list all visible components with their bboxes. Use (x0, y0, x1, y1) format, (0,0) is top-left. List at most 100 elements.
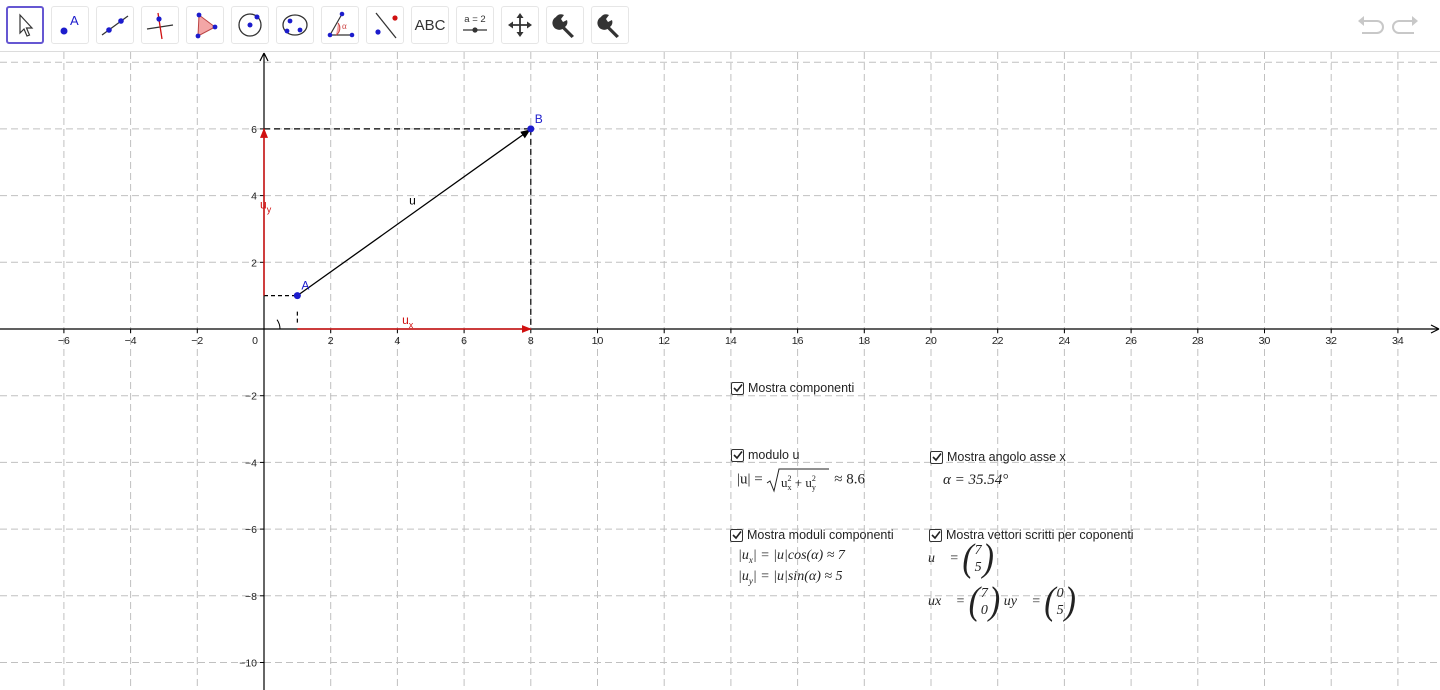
undo-icon (1358, 16, 1384, 34)
x-tick-label: 6 (461, 335, 467, 347)
check-icon[interactable] (731, 381, 744, 395)
vector-u[interactable] (296, 129, 531, 297)
vector-u-column: 75 (975, 542, 982, 576)
svg-text:α: α (342, 21, 347, 31)
wrench-tool-button-2[interactable] (591, 6, 629, 44)
x-tick-label: 4 (394, 335, 400, 347)
checkbox-show-vector-components[interactable]: Mostra vettori scritti per coponenti (929, 528, 1134, 542)
checkbox-show-component-moduli[interactable]: Mostra moduli componenti (730, 528, 894, 542)
vector-ux-matrix-lhs: ux⃗ = (928, 594, 966, 610)
undo-button[interactable] (1354, 12, 1386, 40)
ellipse-icon (282, 14, 308, 36)
checkbox-show-components-label: Mostra componenti (748, 381, 855, 395)
point-b[interactable] (527, 125, 535, 133)
x-tick-label: 8 (528, 335, 534, 347)
y-tick-label: 6 (251, 124, 257, 136)
check-icon[interactable] (930, 450, 943, 464)
x-tick-label: 20 (925, 335, 937, 347)
right-paren: ) (982, 537, 994, 580)
line-tool-button[interactable] (96, 6, 134, 44)
checkbox-show-components[interactable]: Mostra componenti (731, 381, 854, 395)
x-tick-label: 2 (328, 335, 334, 347)
checkbox-show-angle-label: Mostra angolo asse x (947, 450, 1066, 464)
y-tick-label: −10 (239, 658, 257, 670)
x-tick-label: 22 (992, 335, 1004, 347)
check-icon[interactable] (731, 448, 744, 462)
redo-icon (1392, 16, 1418, 34)
modulo-formula-lhs: |u| = (737, 471, 763, 488)
point-a-label: A (301, 279, 309, 293)
right-paren: ) (1064, 580, 1076, 623)
point-a[interactable] (293, 292, 301, 300)
x-tick-label: 18 (858, 335, 870, 347)
check-icon[interactable] (929, 528, 942, 542)
point-tool-button[interactable]: A (51, 6, 89, 44)
x-tick-label: 16 (792, 335, 804, 347)
move-graphics-view-icon (508, 13, 532, 37)
vector-uy-matrix-lhs: uy⃗ = (1003, 594, 1041, 610)
reflect-line-icon (375, 12, 398, 39)
x-tick-label: 10 (592, 335, 604, 347)
svg-text:a = 2: a = 2 (464, 14, 485, 25)
svg-text:u2x + u2y: u2 x + u2 y (781, 474, 816, 492)
perpendicular-line-icon (146, 12, 174, 40)
vector-ux-uy-matrices: ux⃗ = (7 0) uy⃗ = (0 5) (928, 580, 1076, 623)
vector-uy-x: 0 (1056, 586, 1064, 601)
point-icon: A (60, 13, 79, 35)
check-icon[interactable] (730, 528, 743, 542)
vector-u-matrix-lhs: u⃗ = (928, 551, 959, 567)
modulo-formula-rhs: ≈ 8.6 (834, 471, 865, 488)
cursor-arrow-icon (19, 13, 34, 37)
checkbox-modulo-u[interactable]: modulo u (731, 448, 799, 462)
redo-button[interactable] (1390, 12, 1422, 40)
text-icon: ABC (414, 16, 446, 34)
point-b-label: B (535, 112, 543, 126)
checkbox-show-angle[interactable]: Mostra angolo asse x (930, 450, 1066, 464)
y-tick-label: −2 (245, 391, 257, 403)
vector-ux-y: 0 (980, 603, 988, 618)
x-tick-label: 34 (1392, 335, 1404, 347)
x-tick-label: −4 (125, 335, 137, 347)
x-tick-label: 0 (252, 335, 258, 347)
vector-uy-y: 5 (1056, 603, 1064, 618)
vector-uy-column: 05 (1057, 585, 1064, 619)
wrench-icon (597, 14, 619, 39)
y-tick-label: −4 (245, 457, 257, 469)
polygon-tool-button[interactable] (186, 6, 224, 44)
circle-tool-button[interactable] (231, 6, 269, 44)
angle-tool-button[interactable]: α (321, 6, 359, 44)
perpendicular-tool-button[interactable] (141, 6, 179, 44)
square-root-icon: u2 x + u2 y (767, 468, 830, 493)
y-tick-label: −6 (245, 524, 257, 536)
x-tick-label: −2 (191, 335, 203, 347)
checkbox-modulo-u-label: modulo u (748, 448, 800, 462)
construction: u ux uy A B (260, 112, 543, 333)
graphics-view[interactable]: −6 −4 −2 0 2 4 6 8 10 12 14 16 18 20 22 24 26 28 30 32 34642… (0, 52, 1440, 690)
y-tick-label: −8 (245, 591, 257, 603)
modulus-ux-rhs: | = |u|cos(α) ≈ 7 (752, 548, 845, 563)
checkbox-show-vector-components-label: Mostra vettori scritti per coponenti (946, 528, 1134, 542)
right-paren: ) (988, 580, 1001, 623)
component-uy-label: uy (260, 197, 272, 214)
wrench-tool-button-1[interactable] (546, 6, 584, 44)
x-tick-label: 28 (1192, 335, 1204, 347)
slider-icon: a = 2 (463, 14, 487, 33)
polygon-icon (195, 12, 218, 39)
y-tick-label: 4 (251, 191, 257, 203)
modulus-uy-lhs: |u (738, 569, 749, 584)
move-view-tool-button[interactable] (501, 6, 539, 44)
grid (0, 52, 1440, 690)
x-tick-label: 30 (1259, 335, 1271, 347)
reflect-tool-button[interactable] (366, 6, 404, 44)
vector-u-y: 5 (974, 560, 982, 575)
text-tool-button[interactable]: ABC (411, 6, 449, 44)
slider-tool-button[interactable]: a = 2 (456, 6, 494, 44)
circle-center-point-icon (238, 13, 262, 37)
svg-text:A: A (70, 13, 79, 28)
angle-marker (276, 319, 281, 330)
left-paren: ( (962, 537, 974, 580)
move-tool-button[interactable] (6, 6, 44, 44)
modulus-ux-lhs: |u (738, 548, 749, 563)
conic-tool-button[interactable] (276, 6, 314, 44)
vector-u-x: 7 (974, 543, 982, 558)
